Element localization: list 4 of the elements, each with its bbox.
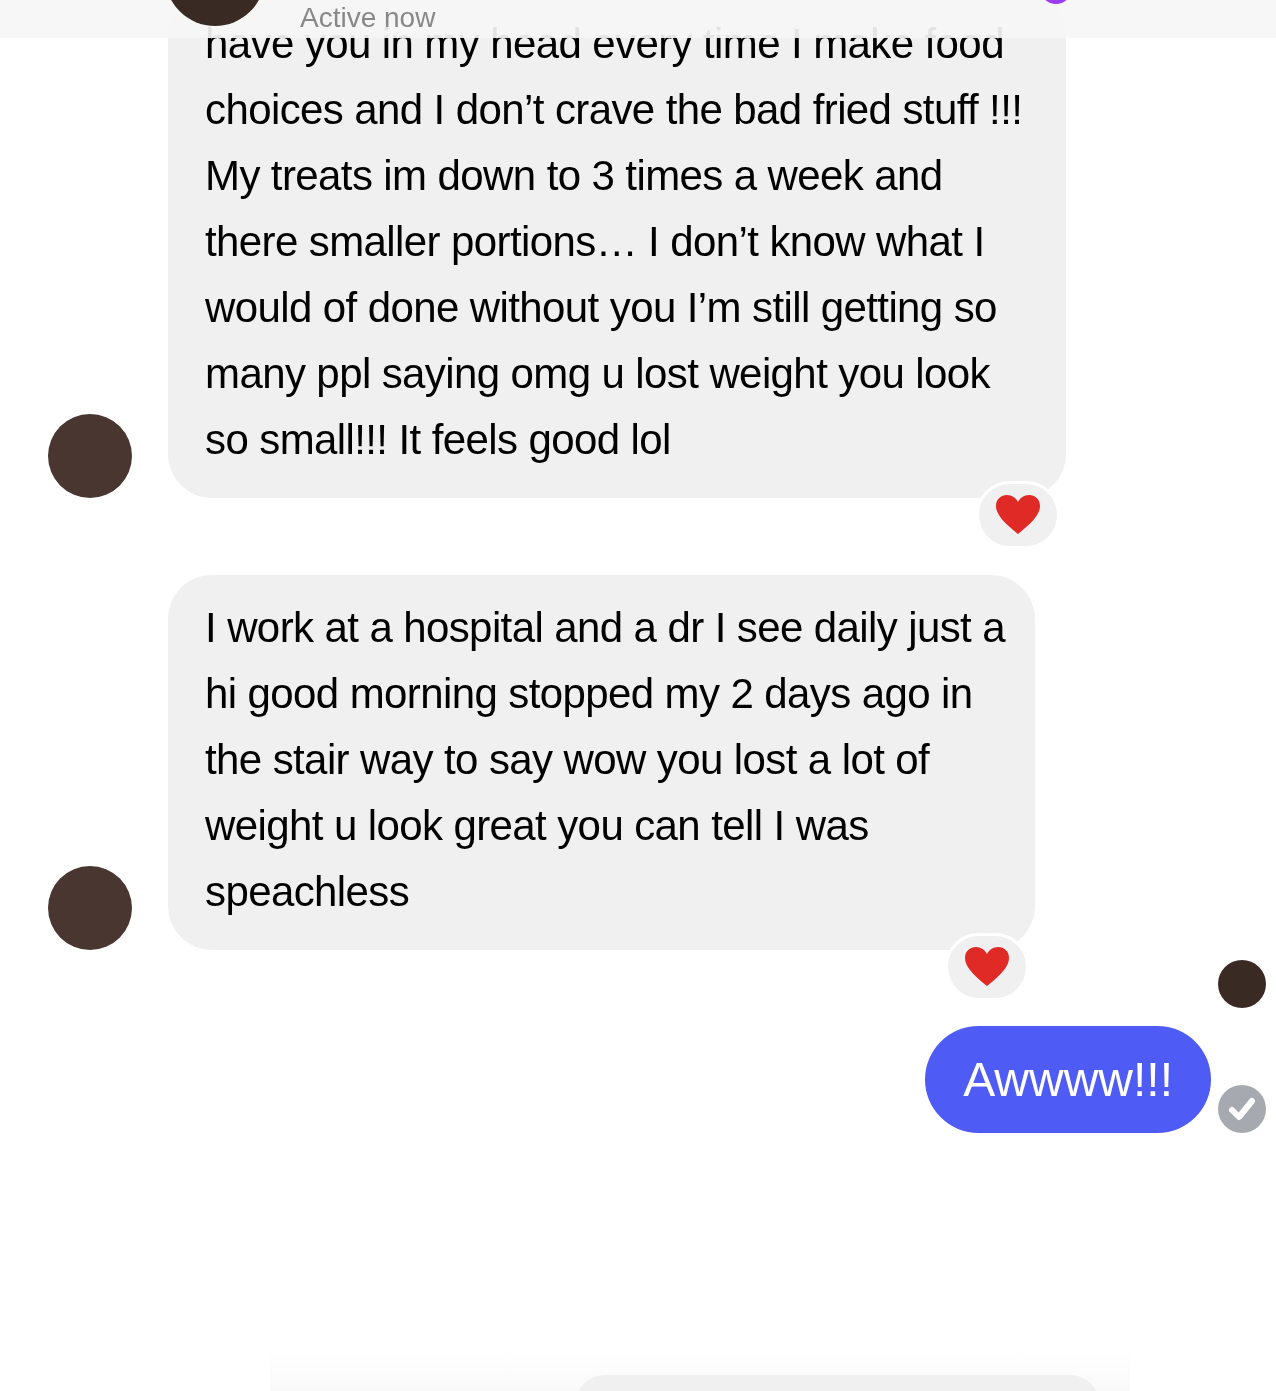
heart-icon	[964, 946, 1010, 988]
message-bubble: Awwww!!!	[925, 1026, 1211, 1133]
heart-icon	[995, 494, 1041, 536]
status-text: Active now	[300, 2, 436, 33]
